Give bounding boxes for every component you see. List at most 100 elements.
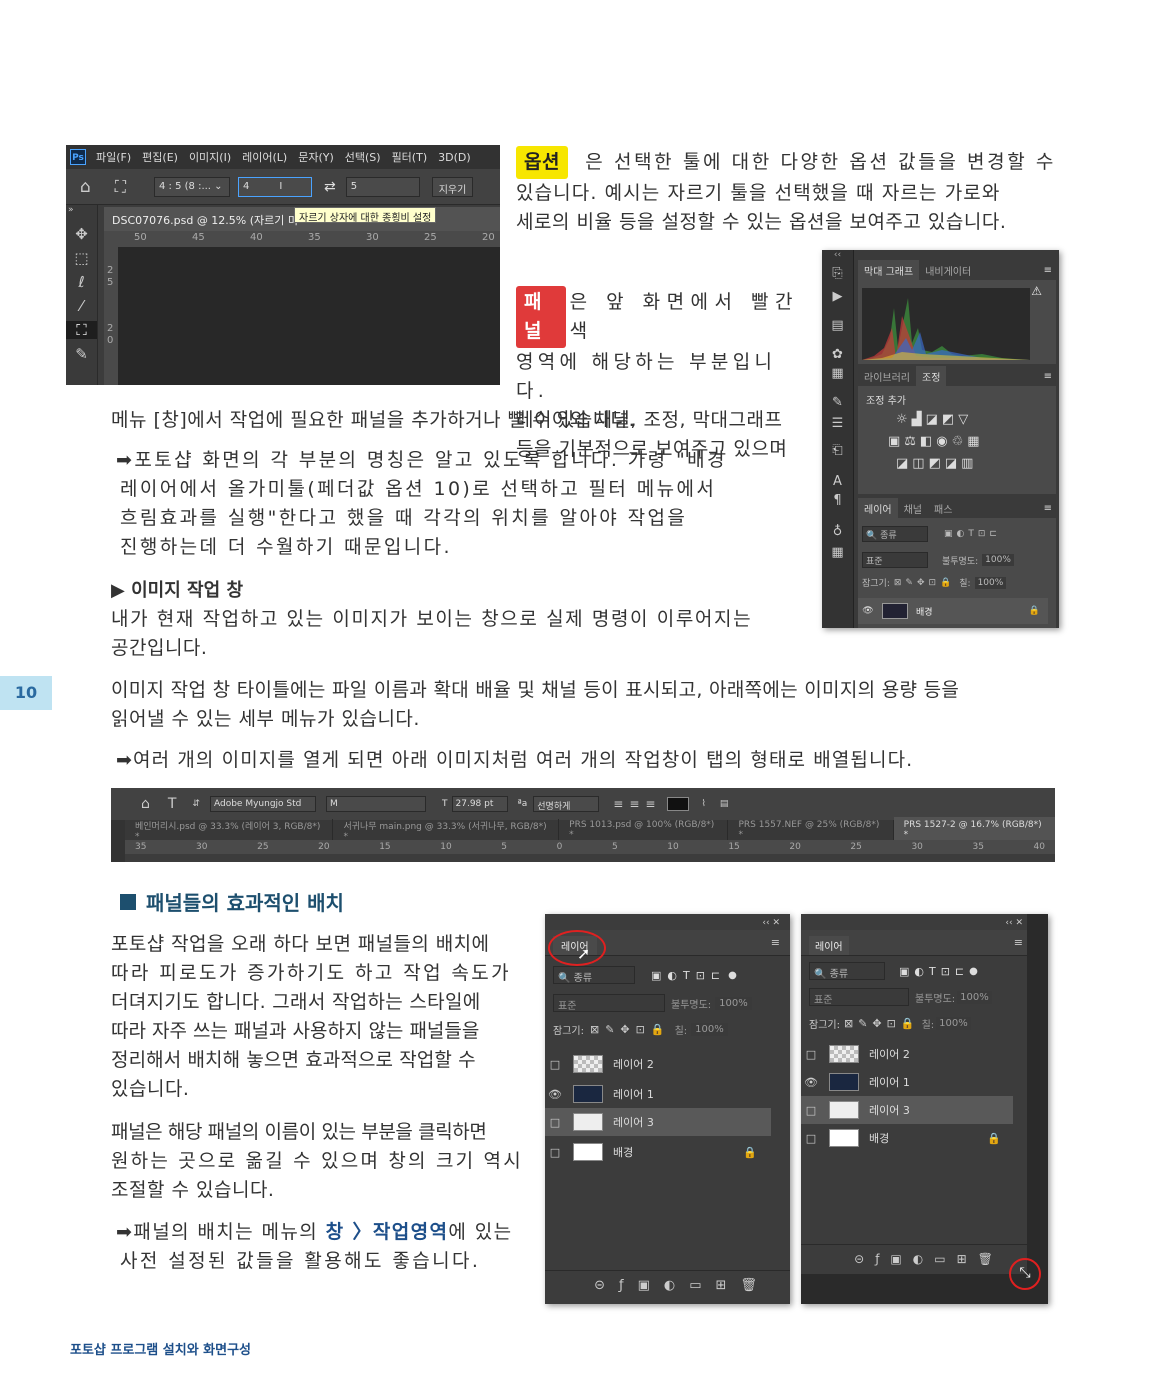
- menu-filter[interactable]: 필터(T): [392, 149, 428, 165]
- panel-menu-icon[interactable]: ≡: [1014, 936, 1023, 949]
- visibility-empty-icon[interactable]: □: [801, 1132, 821, 1145]
- layer-row-3-selected[interactable]: □ 레이어 3: [545, 1108, 771, 1136]
- character-icon[interactable]: A: [822, 474, 853, 489]
- layer-row-3-selected[interactable]: □ 레이어 3: [801, 1096, 1013, 1124]
- tab-library[interactable]: 라이브러리: [858, 366, 916, 387]
- history-icon[interactable]: ⎘: [822, 266, 853, 281]
- layer-filter-select[interactable]: 🔍 종류: [553, 966, 635, 984]
- layer-row-2[interactable]: □ 레이어 2: [545, 1050, 771, 1078]
- font-size-select[interactable]: 27.98 pt: [451, 796, 508, 812]
- magic-wand-icon[interactable]: ⁄: [66, 297, 97, 315]
- tab-adjustments[interactable]: 조정: [916, 365, 947, 387]
- height-input[interactable]: 5: [345, 176, 420, 197]
- canvas-area[interactable]: [118, 247, 500, 385]
- ratio-select[interactable]: 4 : 5 (8 :... ⌄: [154, 176, 230, 197]
- tab-histogram[interactable]: 막대 그래프: [858, 259, 920, 281]
- filter-toggle-icon[interactable]: ●: [728, 970, 737, 981]
- glyphs-icon[interactable]: ▦: [822, 545, 853, 560]
- menu-layer[interactable]: 레이어(L): [242, 149, 287, 165]
- tab-paths[interactable]: 패스: [928, 498, 958, 519]
- fill-value[interactable]: 100%: [691, 1023, 728, 1036]
- menu-image[interactable]: 이미지(I): [189, 149, 231, 165]
- clone-source-icon[interactable]: ⎗: [822, 443, 853, 458]
- swatches-icon[interactable]: ▦: [822, 366, 853, 381]
- visibility-empty-icon[interactable]: □: [801, 1104, 821, 1117]
- blend-mode-select[interactable]: 표준: [809, 988, 909, 1006]
- layer-filter-select[interactable]: 🔍 종류: [809, 962, 885, 980]
- align-icons[interactable]: ≡≡≡: [613, 797, 661, 811]
- warp-icon[interactable]: ⌇: [701, 799, 705, 809]
- adjust-icons-row-3[interactable]: ◪◫◩◪▥: [896, 456, 977, 471]
- menu-3d[interactable]: 3D(D): [438, 151, 471, 164]
- fill-value[interactable]: 100%: [936, 1017, 971, 1030]
- menu-type[interactable]: 문자(Y): [298, 149, 334, 165]
- panel-menu-icon[interactable]: ≡: [1044, 503, 1052, 514]
- visibility-empty-icon[interactable]: □: [545, 1116, 565, 1129]
- menu-file[interactable]: 파일(F): [96, 149, 131, 165]
- visibility-eye-icon[interactable]: 👁: [858, 606, 878, 616]
- orientation-icon[interactable]: ⇵: [192, 799, 200, 809]
- opacity-value[interactable]: 100%: [982, 554, 1014, 566]
- brush-icon[interactable]: ✎: [822, 395, 853, 410]
- doc-tab-4[interactable]: PRS 1557.NEF @ 25% (RGB/8*) *: [728, 820, 894, 840]
- color-icon[interactable]: ✿: [822, 347, 853, 362]
- font-family-select[interactable]: Adobe Myungjo Std: [210, 796, 316, 812]
- visibility-empty-icon[interactable]: □: [801, 1048, 821, 1061]
- layer-row-background[interactable]: □ 배경 🔒: [801, 1124, 1013, 1152]
- blend-mode-select[interactable]: 표준: [553, 994, 665, 1012]
- play-icon[interactable]: ▶: [822, 289, 853, 304]
- visibility-eye-icon[interactable]: 👁: [545, 1088, 565, 1101]
- font-style-select[interactable]: M: [326, 796, 426, 812]
- color-swatch[interactable]: [667, 797, 690, 811]
- panel-menu-icon[interactable]: ≡: [771, 936, 780, 949]
- opacity-value[interactable]: 100%: [715, 996, 752, 1010]
- lock-icons[interactable]: ⊠✎✥⊡🔒: [590, 1023, 671, 1036]
- filter-icons[interactable]: ▣◐T⊡⊏: [944, 529, 1001, 539]
- move-tool-icon[interactable]: ✥: [66, 225, 97, 243]
- filter-toggle-icon[interactable]: ●: [969, 966, 978, 977]
- lock-icons[interactable]: ⊠✎✥⊡🔒: [894, 578, 955, 588]
- tab-layers[interactable]: 레이어: [858, 497, 898, 519]
- marquee-tool-icon[interactable]: ⬚: [66, 249, 97, 267]
- layer-row-background[interactable]: □ 배경 🔒: [545, 1138, 771, 1166]
- lasso-tool-icon[interactable]: ℓ: [66, 273, 97, 291]
- visibility-eye-icon[interactable]: 👁: [801, 1076, 821, 1089]
- tab-channels[interactable]: 채널: [898, 498, 928, 519]
- paragraph-icon[interactable]: ¶: [822, 493, 853, 508]
- swap-icon[interactable]: ⇄: [324, 179, 336, 195]
- layer-filter-select[interactable]: 🔍 종류: [862, 526, 928, 542]
- filter-icons[interactable]: ▣◐T⊡⊏: [651, 969, 726, 982]
- visibility-empty-icon[interactable]: □: [545, 1058, 565, 1071]
- resize-handle-circle[interactable]: ⤡: [1009, 1258, 1041, 1290]
- doc-tab-2[interactable]: 서귀나무 main.png @ 33.3% (서귀나무, RGB/8*) *: [333, 818, 560, 842]
- layer-row-2[interactable]: □ 레이어 2: [801, 1040, 1013, 1068]
- panel-menu-icon[interactable]: ≡: [1044, 265, 1052, 276]
- visibility-empty-icon[interactable]: □: [545, 1146, 565, 1159]
- lightbulb-icon[interactable]: ♁: [822, 524, 853, 539]
- home-icon[interactable]: ⌂: [141, 796, 150, 812]
- blend-mode-select[interactable]: 표준: [862, 552, 928, 568]
- lock-icons[interactable]: ⊠✎✥⊡🔒: [844, 1017, 920, 1030]
- crop-tool-active-icon[interactable]: ⛶: [66, 321, 97, 339]
- clear-button[interactable]: 지우기: [431, 176, 474, 197]
- panel-menu-icon[interactable]: ≡: [1044, 371, 1052, 382]
- crop-tool-icon[interactable]: ⛶: [115, 177, 126, 197]
- properties-icon[interactable]: ▤: [822, 318, 853, 333]
- antialias-select[interactable]: 선명하게: [533, 796, 600, 812]
- doc-tab-3[interactable]: PRS 1013.psd @ 100% (RGB/8*) *: [559, 820, 729, 840]
- menu-edit[interactable]: 편집(E): [142, 149, 178, 165]
- layer-row-background[interactable]: 👁 배경 🔒: [858, 598, 1048, 624]
- eyedropper-icon[interactable]: ✎: [66, 345, 97, 363]
- brush-settings-icon[interactable]: ☰: [822, 416, 853, 431]
- layer-row-1[interactable]: 👁 레이어 1: [545, 1080, 771, 1108]
- tab-navigator[interactable]: 내비게이터: [919, 260, 977, 281]
- home-icon[interactable]: ⌂: [80, 177, 91, 197]
- fill-value[interactable]: 100%: [974, 576, 1007, 589]
- layer-row-1[interactable]: 👁 레이어 1: [801, 1068, 1013, 1096]
- panels-icon[interactable]: ▤: [720, 799, 729, 809]
- adjust-icons-row-2[interactable]: ▣⚖◧◉♲▦: [888, 434, 984, 449]
- layers-tab-title[interactable]: 레이어: [809, 936, 849, 955]
- doc-tab-1[interactable]: 베인머리시.psd @ 33.3% (레이어 3, RGB/8*) *: [125, 818, 334, 842]
- type-tool-icon[interactable]: T: [168, 796, 177, 812]
- menu-select[interactable]: 선택(S): [345, 149, 381, 165]
